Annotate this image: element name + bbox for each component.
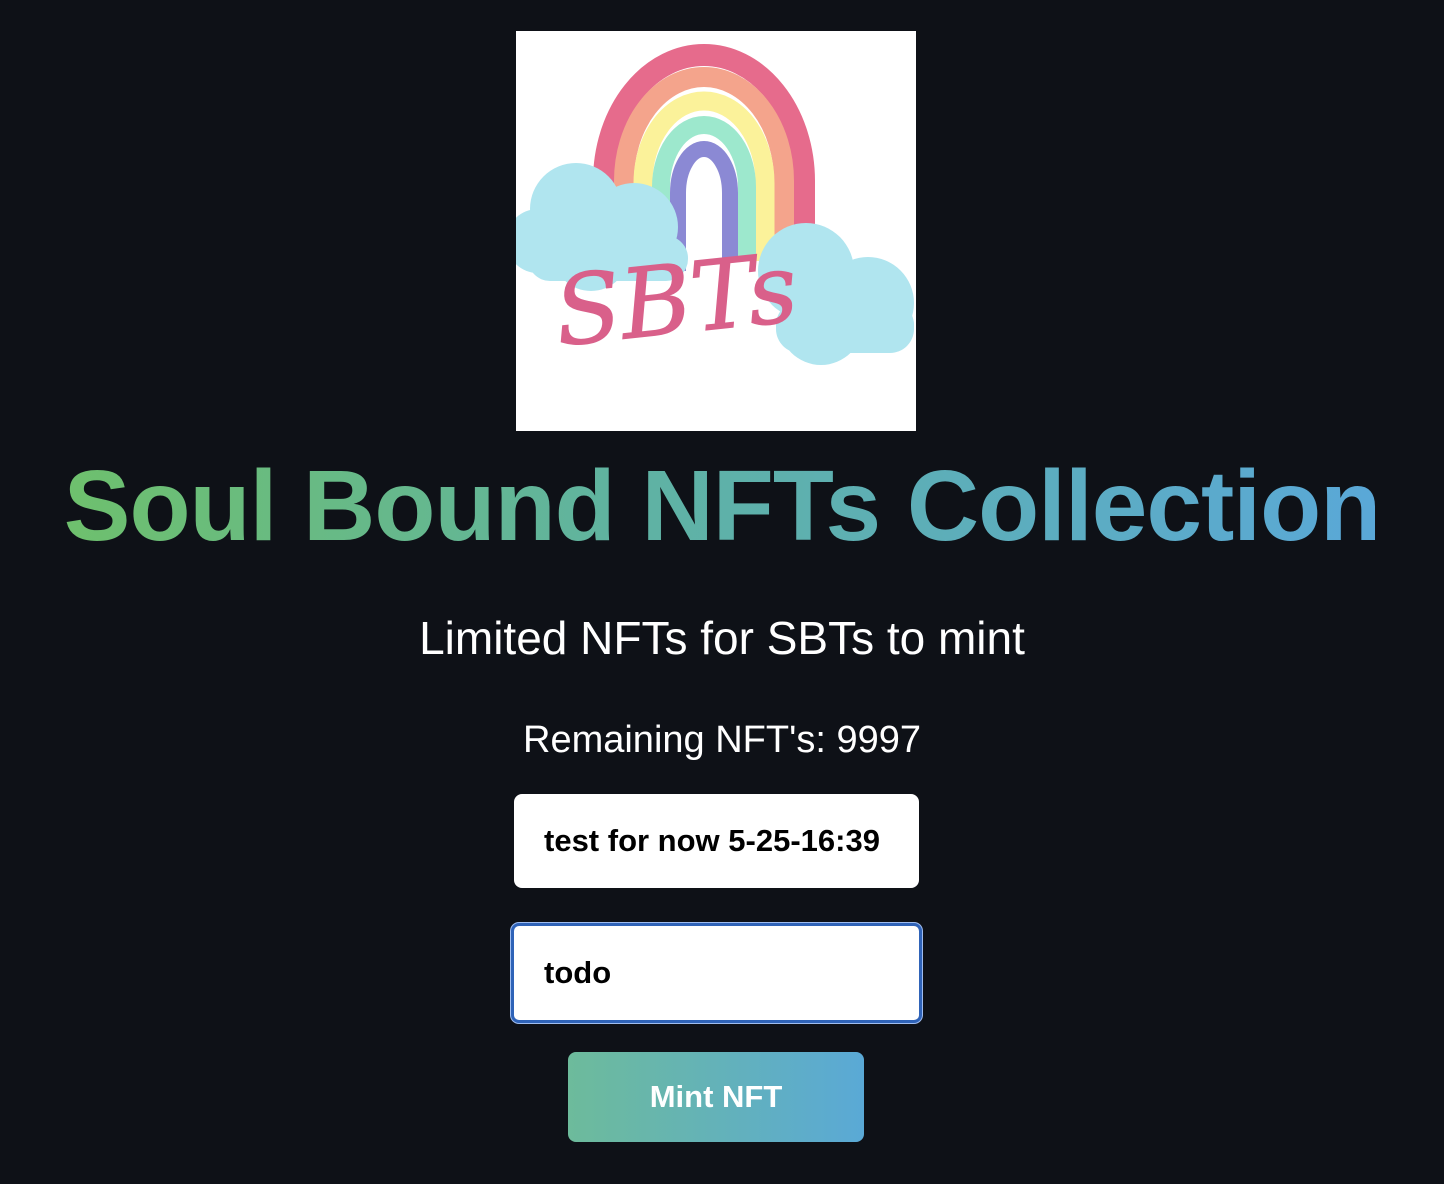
mint-nft-button[interactable]: Mint NFT bbox=[568, 1052, 864, 1142]
page-subtitle: Limited NFTs for SBTs to mint bbox=[419, 612, 1025, 664]
page-title: Soul Bound NFTs Collection bbox=[0, 446, 1444, 566]
logo-lettering: SBTs bbox=[550, 232, 803, 369]
page: SBTs Soul Bound NFTs Collection Limited … bbox=[0, 0, 1444, 1184]
remaining-count: Remaining NFT's: 9997 bbox=[523, 719, 921, 761]
sbts-logo-image: SBTs bbox=[516, 31, 916, 431]
second-text-input[interactable] bbox=[511, 923, 922, 1023]
rainbow-logo-icon: SBTs bbox=[516, 44, 914, 369]
page-title-text: Soul Bound NFTs Collection bbox=[63, 450, 1381, 562]
first-text-input[interactable] bbox=[514, 794, 919, 888]
